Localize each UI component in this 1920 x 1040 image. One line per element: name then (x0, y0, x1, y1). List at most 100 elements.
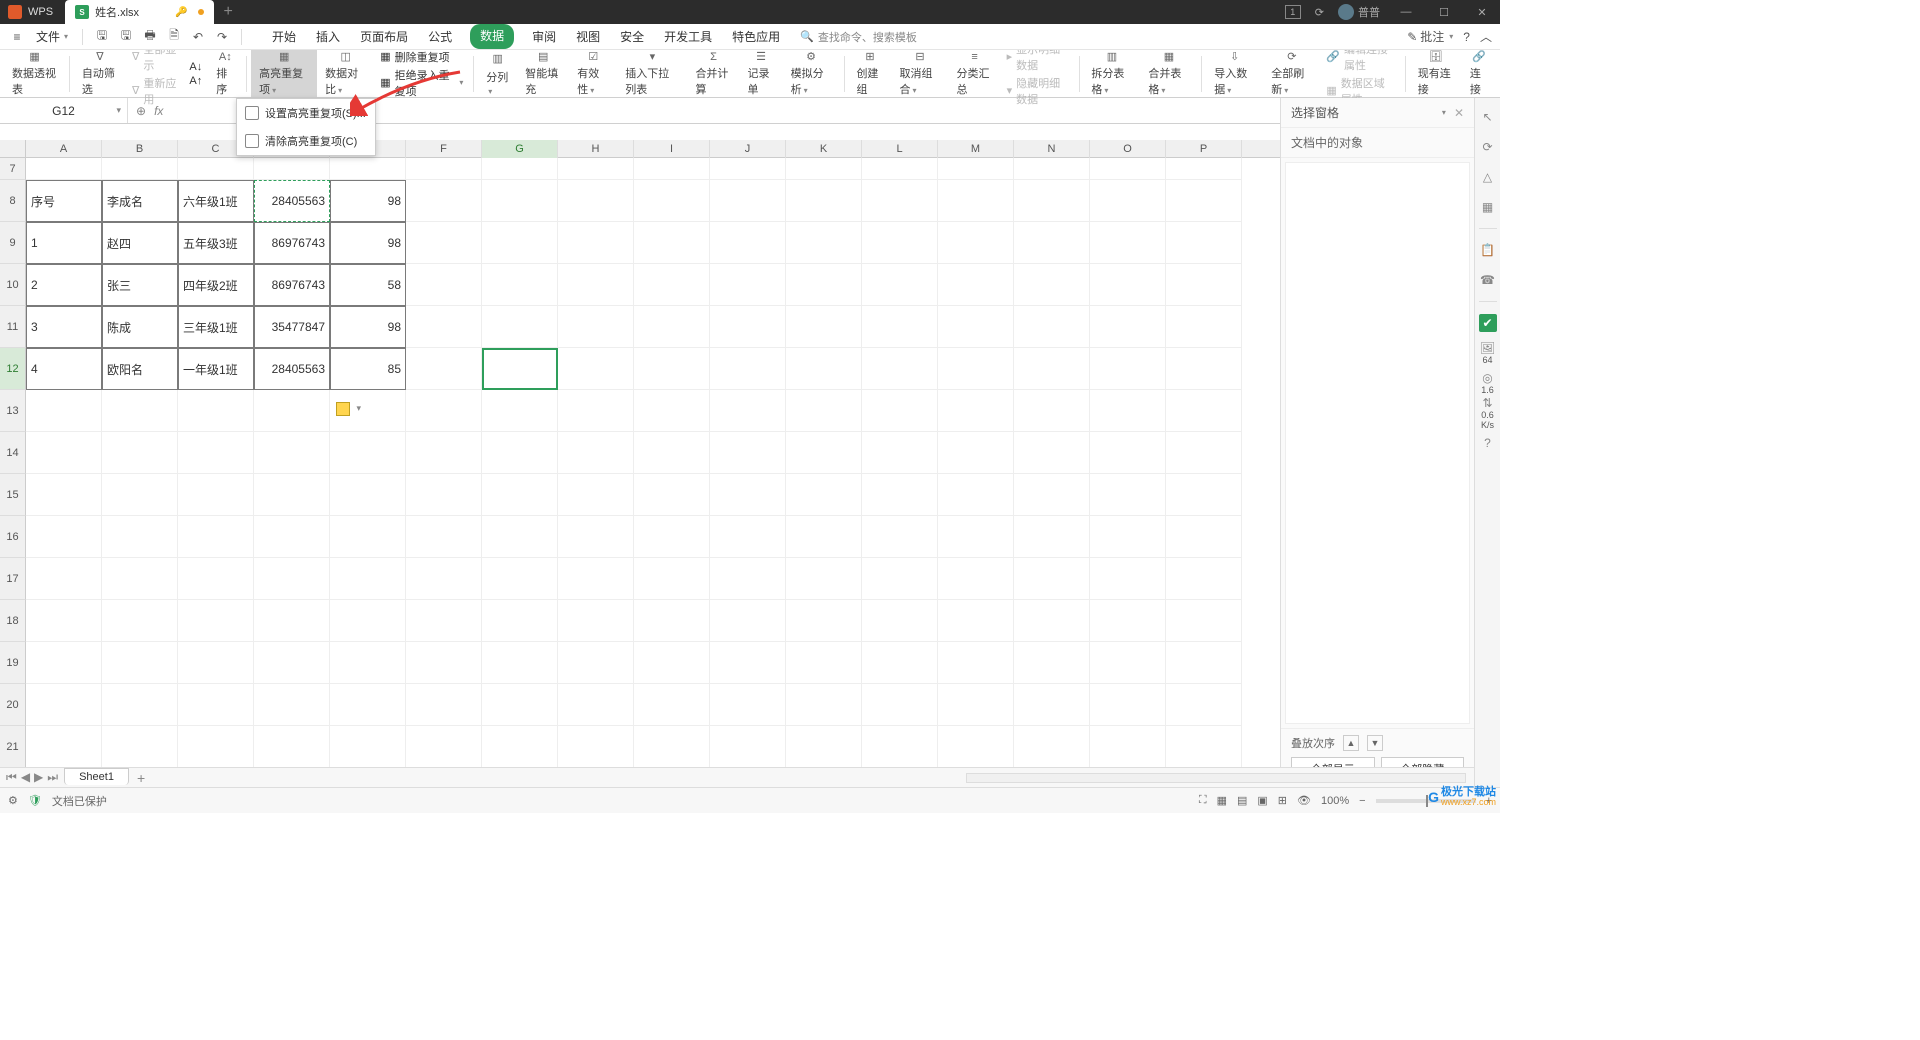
comment-button[interactable]: ✎批注▾ (1407, 28, 1453, 45)
cell-B21[interactable] (102, 726, 178, 768)
cell-D9[interactable]: 86976743 (254, 222, 330, 264)
panel-dropdown-icon[interactable]: ▾ (1442, 108, 1446, 117)
col-header-O[interactable]: O (1090, 140, 1166, 158)
sort-desc-button[interactable]: A↑ (189, 75, 202, 87)
cell-P10[interactable] (1166, 264, 1242, 306)
row-header-17[interactable]: 17 (0, 558, 26, 600)
maximize-button[interactable]: ☐ (1432, 6, 1456, 19)
cell-N13[interactable] (1014, 390, 1090, 432)
undo-icon[interactable]: ↶ (189, 28, 207, 46)
record-form-button[interactable]: ☰记录单 (740, 50, 783, 97)
cell-N14[interactable] (1014, 432, 1090, 474)
cell-N9[interactable] (1014, 222, 1090, 264)
existing-connections-button[interactable]: 🗄现有连接 (1410, 50, 1462, 97)
cloud-icon[interactable]: ⟳ (1315, 6, 1324, 19)
cell-E17[interactable] (330, 558, 406, 600)
cell-P21[interactable] (1166, 726, 1242, 768)
name-box[interactable]: G12 (0, 98, 128, 123)
workspace-count[interactable]: 1 (1285, 5, 1301, 19)
cell-O7[interactable] (1090, 158, 1166, 180)
cell-C13[interactable] (178, 390, 254, 432)
col-header-M[interactable]: M (938, 140, 1014, 158)
row-header-14[interactable]: 14 (0, 432, 26, 474)
cell-K18[interactable] (786, 600, 862, 642)
cell-P7[interactable] (1166, 158, 1242, 180)
row-header-7[interactable]: 7 (0, 158, 26, 180)
cell-A19[interactable] (26, 642, 102, 684)
cell-K16[interactable] (786, 516, 862, 558)
tab-data[interactable]: 数据 (470, 24, 514, 49)
cell-I15[interactable] (634, 474, 710, 516)
cell-I11[interactable] (634, 306, 710, 348)
cell-L16[interactable] (862, 516, 938, 558)
cell-I10[interactable] (634, 264, 710, 306)
cell-C11[interactable]: 三年级1班 (178, 306, 254, 348)
cell-F7[interactable] (406, 158, 482, 180)
view-normal-icon[interactable]: ▦ (1217, 794, 1227, 807)
cell-G15[interactable] (482, 474, 558, 516)
cell-L7[interactable] (862, 158, 938, 180)
cell-E9[interactable]: 98 (330, 222, 406, 264)
cell-H17[interactable] (558, 558, 634, 600)
cell-O11[interactable] (1090, 306, 1166, 348)
sort-button[interactable]: A↕排序 (208, 50, 242, 97)
cell-E18[interactable] (330, 600, 406, 642)
what-if-button[interactable]: ⚙模拟分析▾ (783, 50, 840, 97)
cell-H10[interactable] (558, 264, 634, 306)
cell-H8[interactable] (558, 180, 634, 222)
cell-A15[interactable] (26, 474, 102, 516)
cell-A17[interactable] (26, 558, 102, 600)
tab-nav-first[interactable]: ⏮ (6, 770, 17, 785)
cell-O14[interactable] (1090, 432, 1166, 474)
cell-L9[interactable] (862, 222, 938, 264)
tab-pagelayout[interactable]: 页面布局 (358, 24, 410, 49)
cell-O10[interactable] (1090, 264, 1166, 306)
cell-D20[interactable] (254, 684, 330, 726)
cell-K10[interactable] (786, 264, 862, 306)
cell-P16[interactable] (1166, 516, 1242, 558)
cell-I16[interactable] (634, 516, 710, 558)
cell-G14[interactable] (482, 432, 558, 474)
cell-I13[interactable] (634, 390, 710, 432)
cell-E8[interactable]: 98 (330, 180, 406, 222)
col-header-F[interactable]: F (406, 140, 482, 158)
row-header-16[interactable]: 16 (0, 516, 26, 558)
remove-dup-button[interactable]: ▦删除重复项 (380, 49, 463, 65)
cell-A8[interactable]: 序号 (26, 180, 102, 222)
hide-detail-button[interactable]: ▾隐藏明细数据 (1007, 75, 1069, 107)
validation-button[interactable]: ☑有效性▾ (569, 50, 617, 97)
cell-P19[interactable] (1166, 642, 1242, 684)
fx-icon[interactable]: fx (154, 104, 163, 118)
cell-O13[interactable] (1090, 390, 1166, 432)
add-sheet-button[interactable]: + (129, 770, 153, 786)
cell-G12[interactable] (482, 348, 558, 390)
support-tool-icon[interactable]: ☎ (1479, 271, 1497, 289)
cell-B15[interactable] (102, 474, 178, 516)
cell-O15[interactable] (1090, 474, 1166, 516)
cell-O18[interactable] (1090, 600, 1166, 642)
cell-I19[interactable] (634, 642, 710, 684)
target-badge-icon[interactable]: ◎1.6 (1479, 374, 1497, 392)
cell-N18[interactable] (1014, 600, 1090, 642)
cell-K11[interactable] (786, 306, 862, 348)
cell-N10[interactable] (1014, 264, 1090, 306)
cell-A20[interactable] (26, 684, 102, 726)
cell-D8[interactable]: 28405563 (254, 180, 330, 222)
cell-H18[interactable] (558, 600, 634, 642)
cell-G19[interactable] (482, 642, 558, 684)
user-account[interactable]: 普普 (1338, 4, 1380, 20)
tab-insert[interactable]: 插入 (314, 24, 342, 49)
cell-G7[interactable] (482, 158, 558, 180)
cell-M17[interactable] (938, 558, 1014, 600)
row-header-13[interactable]: 13 (0, 390, 26, 432)
row-header-15[interactable]: 15 (0, 474, 26, 516)
row-header-10[interactable]: 10 (0, 264, 26, 306)
cell-I18[interactable] (634, 600, 710, 642)
command-search[interactable]: 🔍 查找命令、搜索模板 (800, 29, 917, 45)
cell-G18[interactable] (482, 600, 558, 642)
cell-D12[interactable]: 28405563 (254, 348, 330, 390)
consolidate-button[interactable]: Σ合并计算 (687, 50, 739, 97)
cell-H16[interactable] (558, 516, 634, 558)
cell-G9[interactable] (482, 222, 558, 264)
tab-special[interactable]: 特色应用 (730, 24, 782, 49)
